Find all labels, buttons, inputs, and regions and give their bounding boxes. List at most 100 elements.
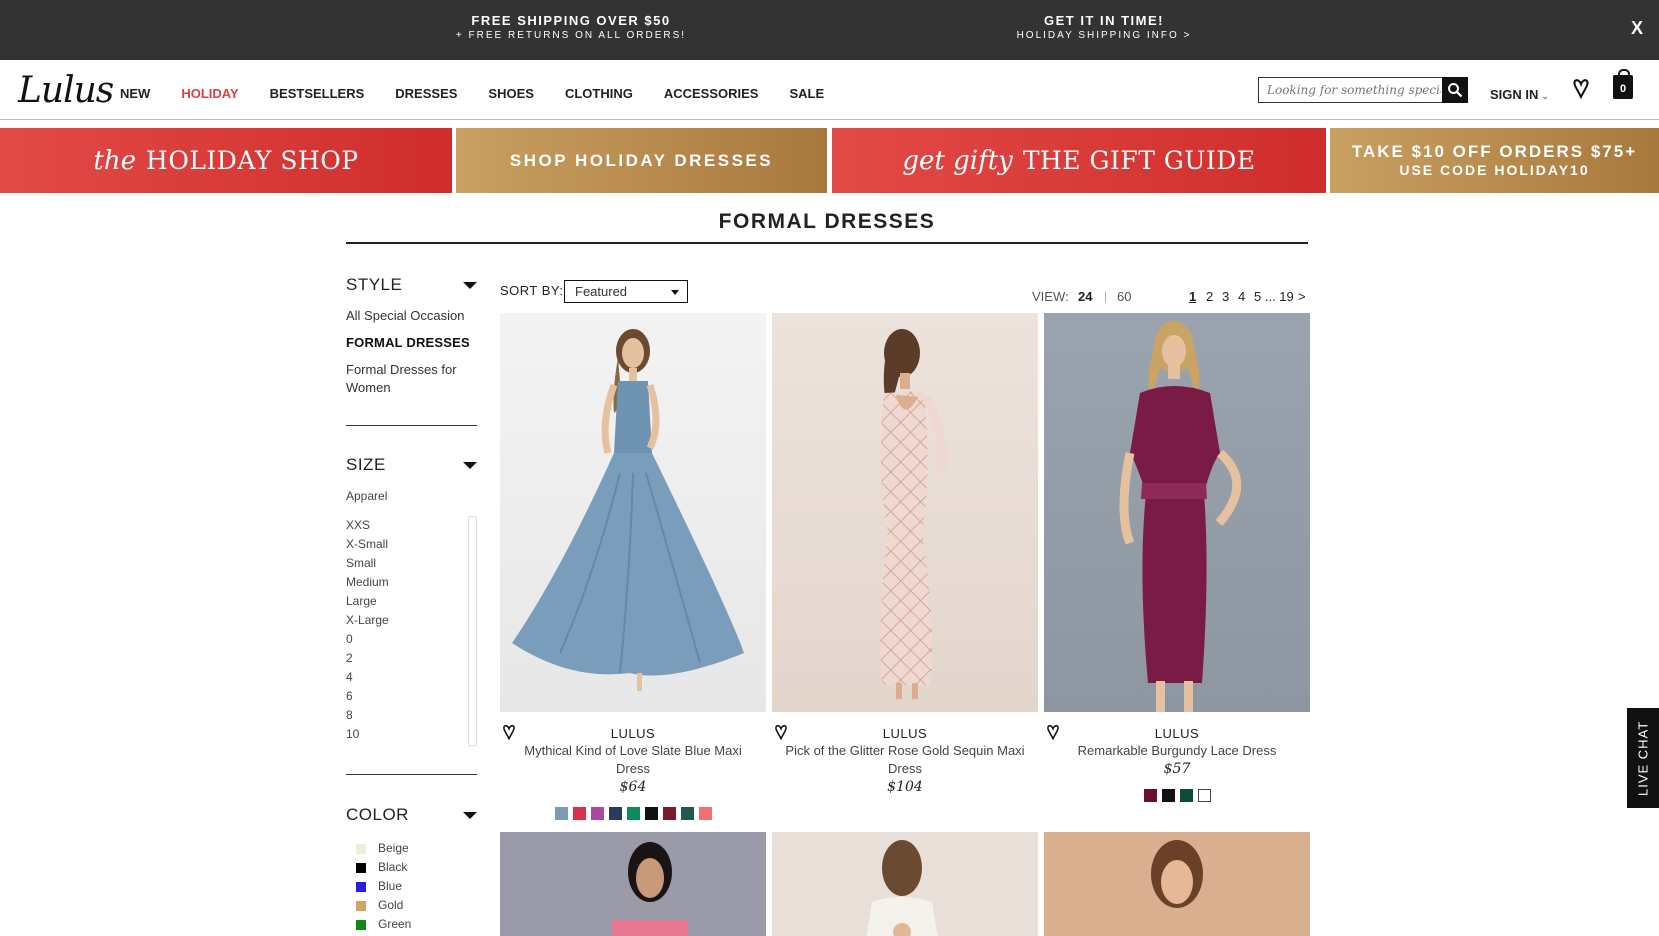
nav-shoes[interactable]: SHOES: [488, 86, 534, 101]
search-box: [1258, 77, 1468, 103]
page-3-link[interactable]: 3: [1222, 289, 1229, 304]
search-input[interactable]: [1259, 78, 1441, 102]
product-card[interactable]: [772, 832, 1038, 936]
holiday-shipping-promo[interactable]: GET IT IN TIME! HOLIDAY SHIPPING INFO >: [904, 13, 1304, 41]
style-link-formal-dresses-women[interactable]: Formal Dresses for Women: [346, 361, 477, 397]
holiday-shop-banner[interactable]: the HOLIDAY SHOP: [0, 128, 452, 193]
size-option[interactable]: 4: [346, 668, 477, 687]
wishlist-heart-button[interactable]: [1046, 724, 1060, 746]
product-image[interactable]: [1044, 313, 1310, 712]
page-4-link[interactable]: 4: [1238, 289, 1245, 304]
product-card[interactable]: LULUS Pick of the Glitter Rose Gold Sequ…: [772, 313, 1038, 795]
color-swatch: [356, 843, 366, 854]
nav-new[interactable]: NEW: [120, 86, 150, 101]
sign-in-menu[interactable]: SIGN IN ⌄: [1490, 87, 1549, 102]
product-color-swatch[interactable]: [1143, 789, 1157, 802]
product-color-swatch[interactable]: [644, 807, 658, 820]
product-card[interactable]: [500, 832, 766, 936]
view-24-option[interactable]: 24: [1078, 289, 1092, 304]
product-color-swatch[interactable]: [626, 807, 640, 820]
product-name[interactable]: Remarkable Burgundy Lace Dress: [1044, 742, 1310, 760]
chevron-down-icon: ⌄: [1541, 91, 1549, 101]
view-label: VIEW:: [1032, 289, 1069, 304]
product-card[interactable]: [1044, 832, 1310, 936]
free-returns-text: + FREE RETURNS ON ALL ORDERS!: [455, 30, 687, 41]
nav-clothing[interactable]: CLOTHING: [565, 86, 633, 101]
style-link-formal-dresses[interactable]: FORMAL DRESSES: [346, 334, 477, 352]
gift-guide-script: get gifty: [902, 145, 1013, 176]
color-option[interactable]: Black: [356, 858, 477, 877]
size-option[interactable]: 0: [346, 630, 477, 649]
gift-guide-banner[interactable]: get gifty THE GIFT GUIDE: [832, 128, 1326, 193]
wishlist-heart-button[interactable]: [502, 724, 516, 746]
style-filter-toggle[interactable]: STYLE: [346, 275, 477, 301]
page-5-19-links[interactable]: 5 ... 19: [1254, 289, 1294, 304]
product-color-swatch[interactable]: [554, 807, 568, 820]
product-image[interactable]: [772, 832, 1038, 936]
product-color-swatch[interactable]: [590, 807, 604, 820]
page-2-link[interactable]: 2: [1206, 289, 1213, 304]
size-filter-toggle[interactable]: SIZE: [346, 455, 477, 481]
nav-holiday[interactable]: HOLIDAY: [181, 86, 238, 101]
product-name[interactable]: Mythical Kind of Love Slate Blue Maxi Dr…: [500, 742, 766, 778]
product-image[interactable]: [772, 313, 1038, 712]
color-filter-label: COLOR: [346, 805, 409, 824]
lulus-logo[interactable]: Lulus: [18, 70, 114, 111]
size-option[interactable]: X-Large: [346, 611, 477, 630]
bag-count: 0: [1619, 83, 1627, 95]
size-option[interactable]: Medium: [346, 573, 477, 592]
color-option[interactable]: Beige: [356, 839, 477, 858]
product-color-swatch[interactable]: [680, 807, 694, 820]
size-option[interactable]: Small: [346, 554, 477, 573]
holiday-shipping-info-link[interactable]: HOLIDAY SHIPPING INFO >: [904, 30, 1304, 41]
size-option[interactable]: 2: [346, 649, 477, 668]
product-card[interactable]: LULUS Remarkable Burgundy Lace Dress $57: [1044, 313, 1310, 802]
triangle-down-icon: [463, 812, 477, 819]
color-option[interactable]: Blue: [356, 877, 477, 896]
size-option[interactable]: XXS: [346, 516, 477, 535]
shopping-bag-button[interactable]: 0: [1613, 69, 1633, 99]
color-option[interactable]: Green: [356, 915, 477, 934]
product-color-swatch[interactable]: [698, 807, 712, 820]
product-color-swatch[interactable]: [662, 807, 676, 820]
product-color-swatch[interactable]: [608, 807, 622, 820]
live-chat-button[interactable]: LIVE CHAT: [1627, 708, 1659, 808]
size-option[interactable]: 10: [346, 725, 477, 744]
product-brand: LULUS: [882, 726, 928, 741]
size-option[interactable]: 8: [346, 706, 477, 725]
nav-accessories[interactable]: ACCESSORIES: [664, 86, 759, 101]
size-option[interactable]: Large: [346, 592, 477, 611]
product-color-swatch[interactable]: [1197, 789, 1211, 802]
size-list-scrollbar[interactable]: [468, 516, 477, 746]
product-color-swatch[interactable]: [572, 807, 586, 820]
holiday-dresses-banner[interactable]: SHOP HOLIDAY DRESSES: [456, 128, 827, 193]
view-separator: |: [1104, 289, 1108, 303]
next-page-link[interactable]: >: [1298, 289, 1306, 304]
color-filter-toggle[interactable]: COLOR: [346, 805, 477, 831]
style-link-all-special-occasion[interactable]: All Special Occasion: [346, 307, 477, 325]
sort-select[interactable]: Featured: [564, 280, 688, 303]
search-button[interactable]: [1442, 77, 1468, 103]
product-name[interactable]: Pick of the Glitter Rose Gold Sequin Max…: [772, 742, 1038, 778]
view-60-option[interactable]: 60: [1117, 289, 1131, 304]
product-image[interactable]: [500, 832, 766, 936]
product-image[interactable]: [1044, 832, 1310, 936]
product-color-swatch[interactable]: [1161, 789, 1175, 802]
wishlist-heart-button[interactable]: [774, 724, 788, 746]
product-color-swatch[interactable]: [1179, 789, 1193, 802]
product-card[interactable]: LULUS Mythical Kind of Love Slate Blue M…: [500, 313, 766, 820]
product-image[interactable]: [500, 313, 766, 712]
color-option[interactable]: Gold: [356, 896, 477, 915]
blue-maxi-dress-photo: [512, 329, 744, 691]
page-1-link[interactable]: 1: [1189, 289, 1196, 304]
filter-divider: [346, 425, 477, 426]
nav-bestsellers[interactable]: BESTSELLERS: [270, 86, 365, 101]
free-shipping-promo[interactable]: FREE SHIPPING OVER $50 + FREE RETURNS ON…: [371, 13, 771, 41]
close-promo-button[interactable]: X: [1631, 18, 1643, 39]
nav-sale[interactable]: SALE: [789, 86, 824, 101]
wishlist-button[interactable]: [1572, 78, 1590, 105]
nav-dresses[interactable]: DRESSES: [395, 86, 457, 101]
discount-banner[interactable]: TAKE $10 OFF ORDERS $75+ USE CODE HOLIDA…: [1330, 128, 1659, 193]
size-option[interactable]: X-Small: [346, 535, 477, 554]
size-option[interactable]: 6: [346, 687, 477, 706]
